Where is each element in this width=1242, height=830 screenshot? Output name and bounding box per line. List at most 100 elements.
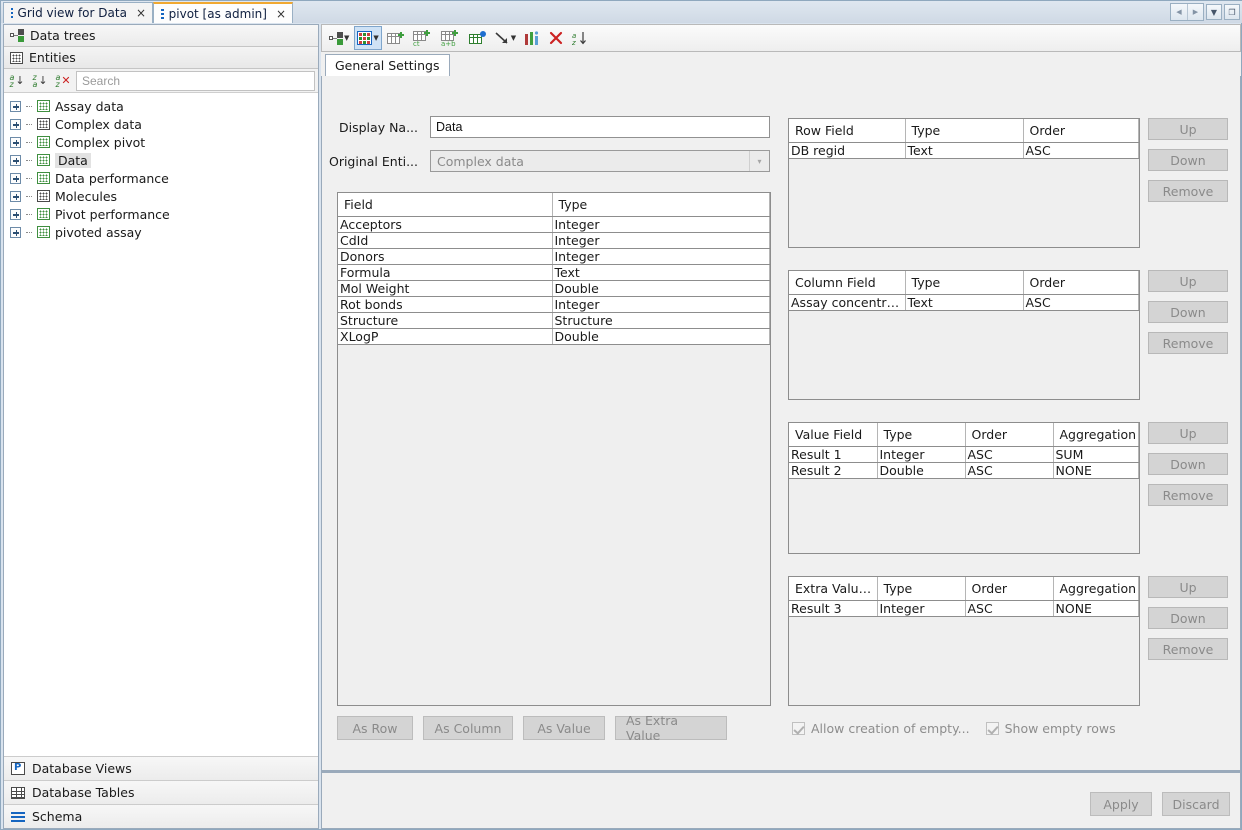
column-field-table[interactable]: Column Field Type Order Assay concentrat… (788, 270, 1140, 400)
tab-grid-view-for-data[interactable]: Grid view for Data × (3, 2, 153, 23)
column-header-field[interactable]: Field (338, 193, 552, 217)
table-row[interactable]: Result 2 Double ASC NONE (789, 463, 1139, 479)
allow-empty-checkbox[interactable]: Allow creation of empty... (792, 721, 970, 736)
show-empty-rows-checkbox[interactable]: Show empty rows (986, 721, 1116, 736)
value-field-table[interactable]: Value Field Type Order Aggregation Resul… (788, 422, 1140, 554)
tree-item-data-performance[interactable]: Data performance (10, 169, 318, 187)
table-row[interactable]: Mol Weight Double (338, 281, 770, 297)
sort-button[interactable]: a z (569, 26, 591, 50)
column-header-order[interactable]: Order (1023, 119, 1139, 143)
table-row[interactable]: DB regid Text ASC (789, 143, 1139, 159)
column-header-aggregation[interactable]: Aggregation (1053, 423, 1139, 447)
splitter[interactable] (322, 770, 1240, 773)
tree-item-assay-data[interactable]: Assay data (10, 97, 318, 115)
close-icon[interactable]: × (136, 7, 146, 19)
row-down-button[interactable]: Down (1148, 149, 1228, 171)
restore-window-icon[interactable]: ❐ (1224, 4, 1240, 20)
expand-icon[interactable] (10, 227, 21, 238)
column-header-type[interactable]: Type (552, 193, 770, 217)
original-entity-select[interactable]: Complex data ▾ (430, 150, 770, 172)
extra-up-button[interactable]: Up (1148, 576, 1228, 598)
expand-icon[interactable] (10, 209, 21, 220)
new-pivot-entity-button[interactable] (466, 26, 490, 50)
table-row[interactable]: XLogP Double (338, 329, 770, 345)
column-header-value-field[interactable]: Value Field (789, 423, 877, 447)
new-calculated-entity-button[interactable]: ct (410, 26, 436, 50)
column-remove-button[interactable]: Remove (1148, 332, 1228, 354)
column-header-type[interactable]: Type (877, 423, 965, 447)
value-remove-button[interactable]: Remove (1148, 484, 1228, 506)
as-row-button[interactable]: As Row (337, 716, 413, 740)
tree-item-complex-data[interactable]: Complex data (10, 115, 318, 133)
tree-item-complex-pivot[interactable]: Complex pivot (10, 133, 318, 151)
table-row[interactable]: Structure Structure (338, 313, 770, 329)
tree-item-molecules[interactable]: Molecules (10, 187, 318, 205)
checkbox-icon[interactable] (986, 722, 999, 735)
as-value-button[interactable]: As Value (523, 716, 605, 740)
expand-icon[interactable] (10, 173, 21, 184)
column-header-row-field[interactable]: Row Field (789, 119, 905, 143)
table-row[interactable]: Donors Integer (338, 249, 770, 265)
table-row[interactable]: Formula Text (338, 265, 770, 281)
tab-general-settings[interactable]: General Settings (325, 54, 450, 77)
table-row[interactable]: Result 1 Integer ASC SUM (789, 447, 1139, 463)
table-row[interactable]: Assay concentrati... Text ASC (789, 295, 1139, 311)
relation-button[interactable]: ▼ (492, 26, 519, 50)
column-down-button[interactable]: Down (1148, 301, 1228, 323)
nav-next-icon[interactable]: ▶ (1187, 4, 1203, 20)
close-icon[interactable]: × (276, 8, 286, 20)
column-header-type[interactable]: Type (905, 271, 1023, 295)
entity-grid-button[interactable]: ▼ (354, 26, 381, 50)
extra-remove-button[interactable]: Remove (1148, 638, 1228, 660)
tab-pivot-as-admin[interactable]: pivot [as admin] × (153, 2, 293, 23)
as-column-button[interactable]: As Column (423, 716, 513, 740)
apply-button[interactable]: Apply (1090, 792, 1152, 816)
extra-value-field-table[interactable]: Extra Value... Type Order Aggregation Re… (788, 576, 1140, 706)
checkbox-icon[interactable] (792, 722, 805, 735)
nav-prev-icon[interactable]: ◀ (1171, 4, 1187, 20)
sort-desc-button[interactable]: za ↓ (30, 71, 50, 91)
column-header-type[interactable]: Type (905, 119, 1023, 143)
sidebar-section-data-trees[interactable]: Data trees (4, 25, 318, 47)
extra-down-button[interactable]: Down (1148, 607, 1228, 629)
expand-icon[interactable] (10, 101, 21, 112)
sort-clear-button[interactable]: az ✕ (53, 71, 73, 91)
value-down-button[interactable]: Down (1148, 453, 1228, 475)
sort-asc-button[interactable]: az ↓ (7, 71, 27, 91)
expand-icon[interactable] (10, 119, 21, 130)
row-field-table[interactable]: Row Field Type Order DB regid Text ASC (788, 118, 1140, 248)
table-row[interactable]: Result 3 Integer ASC NONE (789, 601, 1139, 617)
data-tree-button[interactable]: ▼ (326, 26, 352, 50)
column-up-button[interactable]: Up (1148, 270, 1228, 292)
discard-button[interactable]: Discard (1162, 792, 1230, 816)
sidebar-item-database-views[interactable]: Database Views (4, 756, 318, 780)
search-input[interactable] (76, 71, 315, 91)
column-header-order[interactable]: Order (965, 423, 1053, 447)
table-row[interactable]: Rot bonds Integer (338, 297, 770, 313)
sidebar-item-database-tables[interactable]: Database Tables (4, 780, 318, 804)
tree-item-pivot-performance[interactable]: Pivot performance (10, 205, 318, 223)
chart-button[interactable] (521, 26, 543, 50)
row-up-button[interactable]: Up (1148, 118, 1228, 140)
chevron-down-icon[interactable]: ▼ (1206, 4, 1222, 20)
new-merged-entity-button[interactable]: a+b (438, 26, 464, 50)
column-header-type[interactable]: Type (877, 577, 965, 601)
fields-table[interactable]: Field Type Acceptors Integer CdId Intege… (337, 192, 771, 706)
display-name-input[interactable] (430, 116, 770, 138)
expand-icon[interactable] (10, 137, 21, 148)
table-row[interactable]: CdId Integer (338, 233, 770, 249)
sidebar-section-entities[interactable]: Entities (4, 47, 318, 69)
table-row[interactable]: Acceptors Integer (338, 217, 770, 233)
as-extra-value-button[interactable]: As Extra Value (615, 716, 727, 740)
column-header-extra-value-field[interactable]: Extra Value... (789, 577, 877, 601)
row-remove-button[interactable]: Remove (1148, 180, 1228, 202)
column-header-column-field[interactable]: Column Field (789, 271, 905, 295)
tree-item-data[interactable]: Data (10, 151, 318, 169)
column-header-order[interactable]: Order (965, 577, 1053, 601)
expand-icon[interactable] (10, 155, 21, 166)
new-entity-button[interactable] (384, 26, 408, 50)
column-header-order[interactable]: Order (1023, 271, 1139, 295)
column-header-aggregation[interactable]: Aggregation (1053, 577, 1139, 601)
tree-item-pivoted-assay[interactable]: pivoted assay (10, 223, 318, 241)
sidebar-item-schema[interactable]: Schema (4, 804, 318, 828)
